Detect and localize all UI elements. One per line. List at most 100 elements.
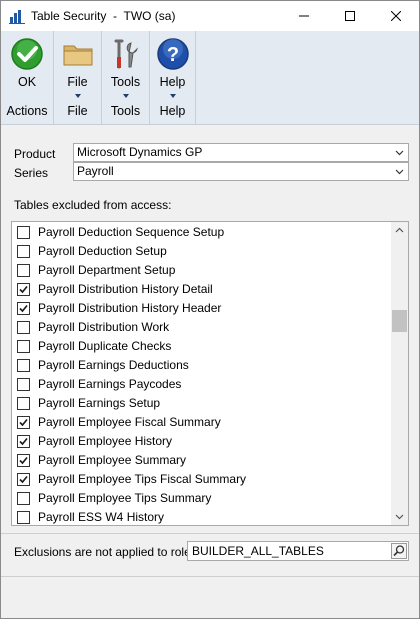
checkmark-icon <box>19 304 28 313</box>
maximize-icon <box>345 11 355 21</box>
table-row[interactable]: Payroll Employee History <box>12 432 392 451</box>
product-label: Product <box>14 147 56 161</box>
table-row[interactable]: Payroll Distribution History Header <box>12 299 392 318</box>
table-row[interactable]: Payroll Employee Tips Summary <box>12 489 392 508</box>
chevron-down-icon <box>169 94 176 98</box>
checkmark-icon <box>19 418 28 427</box>
table-row[interactable]: Payroll Deduction Sequence Setup <box>12 223 392 242</box>
table-checkbox[interactable] <box>17 397 30 410</box>
scroll-up-icon[interactable] <box>395 226 404 235</box>
chevron-down-icon <box>395 169 404 175</box>
scroll-thumb[interactable] <box>392 310 407 332</box>
product-select[interactable]: Microsoft Dynamics GP <box>73 143 409 162</box>
group-label-tools: Tools <box>110 104 141 118</box>
table-row-label: Payroll Earnings Paycodes <box>38 377 182 391</box>
table-row[interactable]: Payroll Earnings Paycodes <box>12 375 392 394</box>
divider <box>1 533 419 534</box>
table-row[interactable]: Payroll Earnings Deductions <box>12 356 392 375</box>
table-row-label: Payroll Employee Tips Fiscal Summary <box>38 472 247 486</box>
role-input[interactable]: BUILDER_ALL_TABLES <box>187 541 409 561</box>
table-row-label: Payroll Employee Tips Summary <box>38 491 212 505</box>
table-row[interactable]: Payroll Distribution Work <box>12 318 392 337</box>
table-row[interactable]: Payroll ESS W4 History <box>12 508 392 525</box>
table-row[interactable]: Payroll Employee Fiscal Summary <box>12 413 392 432</box>
folder-icon <box>63 45 92 66</box>
table-row[interactable]: Payroll Deduction Setup <box>12 242 392 261</box>
checkmark-icon <box>19 285 28 294</box>
series-select-value: Payroll <box>77 164 114 178</box>
ribbon-group-help: ? Help Help <box>150 31 196 125</box>
role-exclusion-label: Exclusions are not applied to role <box>14 545 191 559</box>
series-select[interactable]: Payroll <box>73 162 409 181</box>
table-row-label: Payroll Duplicate Checks <box>38 339 172 353</box>
table-row[interactable]: Payroll Department Setup <box>12 261 392 280</box>
help-button-label: Help <box>159 75 186 89</box>
table-checkbox[interactable] <box>17 340 30 353</box>
table-row[interactable]: Payroll Duplicate Checks <box>12 337 392 356</box>
maximize-button[interactable] <box>327 1 373 31</box>
table-row-label: Payroll Deduction Setup <box>38 244 167 258</box>
tools-menu-button[interactable]: Tools <box>104 35 147 99</box>
window-title: Table Security - TWO (sa) <box>31 9 176 23</box>
series-label: Series <box>14 166 49 180</box>
help-icon: ? <box>156 38 189 70</box>
table-checkbox[interactable] <box>17 473 30 486</box>
tables-excluded-label: Tables excluded from access: <box>14 198 172 212</box>
title-bar[interactable]: Table Security - TWO (sa) <box>1 1 419 31</box>
group-label-help: Help <box>159 104 186 118</box>
table-row[interactable]: Payroll Distribution History Detail <box>12 280 392 299</box>
ribbon-group-tools: Tools Tools <box>102 31 150 125</box>
table-checkbox[interactable] <box>17 264 30 277</box>
app-chart-icon <box>9 10 25 24</box>
tables-checklist[interactable]: Payroll Deduction Sequence Setup Payroll … <box>11 221 409 526</box>
table-checkbox[interactable] <box>17 492 30 505</box>
checkmark-icon <box>19 456 28 465</box>
table-row[interactable]: Payroll Employee Tips Fiscal Summary <box>12 470 392 489</box>
table-security-window: Table Security - TWO (sa) OK Actions Fil… <box>0 0 420 619</box>
table-row-label: Payroll Distribution Work <box>38 320 170 334</box>
minimize-button[interactable] <box>281 1 327 31</box>
table-checkbox[interactable] <box>17 416 30 429</box>
tools-button-label: Tools <box>110 75 141 89</box>
table-checkbox[interactable] <box>17 226 30 239</box>
table-checkbox[interactable] <box>17 454 30 467</box>
table-row[interactable]: Payroll Earnings Setup <box>12 394 392 413</box>
checkmark-icon <box>19 475 28 484</box>
help-menu-button[interactable]: ? Help <box>152 35 193 99</box>
table-row[interactable]: Payroll Employee Summary <box>12 451 392 470</box>
ok-check-icon <box>11 38 43 70</box>
ribbon-group-actions: OK Actions <box>1 31 54 125</box>
table-checkbox[interactable] <box>17 359 30 372</box>
divider <box>1 576 419 577</box>
table-row-label: Payroll ESS W4 History <box>38 510 165 524</box>
vertical-scrollbar[interactable] <box>391 222 408 525</box>
table-checkbox[interactable] <box>17 435 30 448</box>
table-row-label: Payroll Distribution History Detail <box>38 282 213 296</box>
table-checkbox[interactable] <box>17 378 30 391</box>
table-row-label: Payroll Employee History <box>38 434 173 448</box>
scroll-down-icon[interactable] <box>395 512 404 521</box>
table-row-label: Payroll Earnings Setup <box>38 396 161 410</box>
table-checkbox[interactable] <box>17 511 30 524</box>
table-row-label: Payroll Deduction Sequence Setup <box>38 225 225 239</box>
file-button-label: File <box>67 75 88 89</box>
close-button[interactable] <box>373 1 419 31</box>
ribbon: OK Actions File File Tools Tools ? Help … <box>1 31 419 125</box>
ok-button[interactable]: OK <box>3 35 51 99</box>
lookup-icon[interactable] <box>391 543 407 559</box>
table-row-label: Payroll Employee Summary <box>38 453 187 467</box>
product-select-value: Microsoft Dynamics GP <box>77 145 203 159</box>
table-checkbox[interactable] <box>17 283 30 296</box>
chevron-down-icon <box>395 150 404 156</box>
checkmark-icon <box>19 437 28 446</box>
role-input-value: BUILDER_ALL_TABLES <box>192 544 324 558</box>
table-checkbox[interactable] <box>17 302 30 315</box>
chevron-down-icon <box>74 94 81 98</box>
tools-icon <box>114 39 138 69</box>
chevron-down-icon <box>122 94 129 98</box>
table-checkbox[interactable] <box>17 245 30 258</box>
table-checkbox[interactable] <box>17 321 30 334</box>
svg-text:?: ? <box>166 44 178 66</box>
table-row-label: Payroll Distribution History Header <box>38 301 222 315</box>
file-menu-button[interactable]: File <box>56 35 99 99</box>
